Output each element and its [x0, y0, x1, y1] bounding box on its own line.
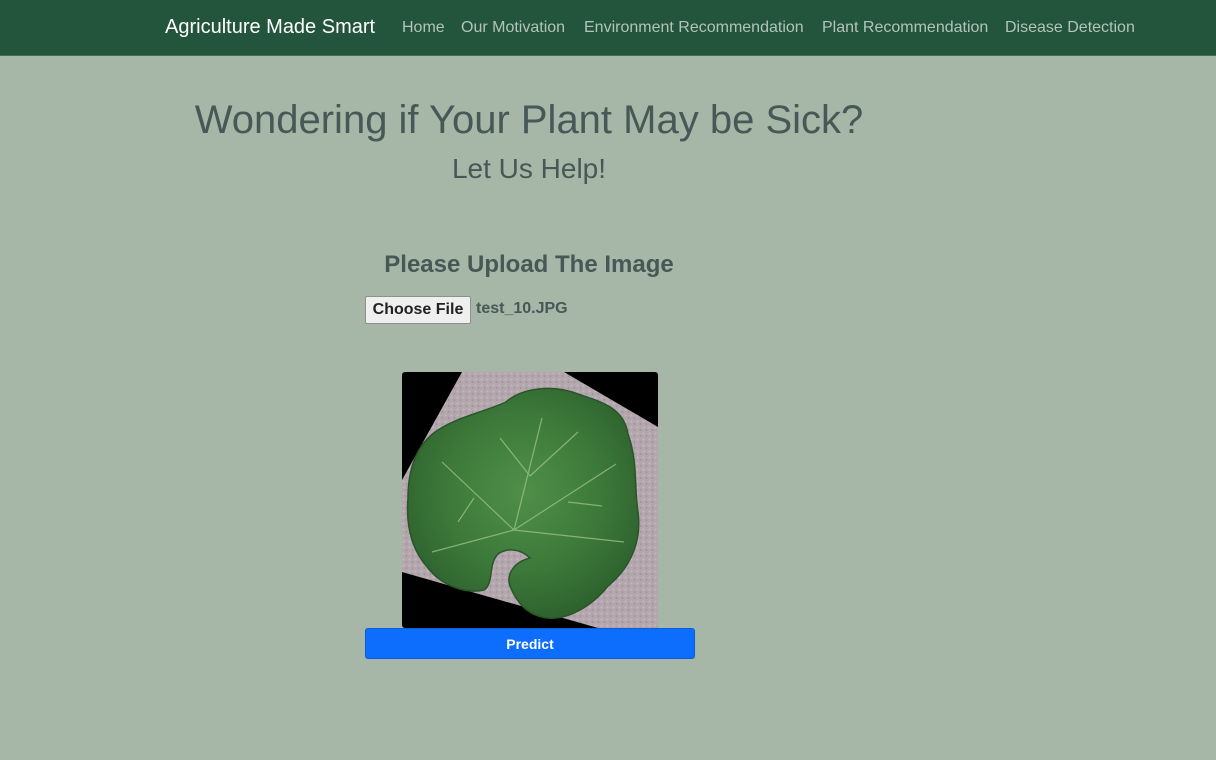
nav-link-home[interactable]: Home: [402, 19, 445, 37]
brand-link[interactable]: Agriculture Made Smart: [165, 16, 375, 39]
nav-link-environment-recommendation[interactable]: Environment Recommendation: [584, 19, 804, 37]
uploaded-image-preview: [402, 372, 658, 628]
navbar: Agriculture Made Smart Home Our Motivati…: [0, 0, 1216, 56]
upload-heading: Please Upload The Image: [384, 251, 674, 278]
nav-link-disease-detection[interactable]: Disease Detection: [1005, 19, 1135, 37]
nav-link-our-motivation[interactable]: Our Motivation: [461, 19, 565, 37]
page-subtitle: Let Us Help!: [451, 153, 607, 184]
nav-link-plant-recommendation[interactable]: Plant Recommendation: [822, 19, 988, 37]
predict-button[interactable]: Predict: [365, 628, 695, 659]
leaf-image: [402, 372, 658, 628]
page-title: Wondering if Your Plant May be Sick?: [194, 98, 864, 142]
choose-file-button[interactable]: Choose File: [365, 296, 471, 324]
selected-file-name: test_10.JPG: [476, 300, 568, 317]
